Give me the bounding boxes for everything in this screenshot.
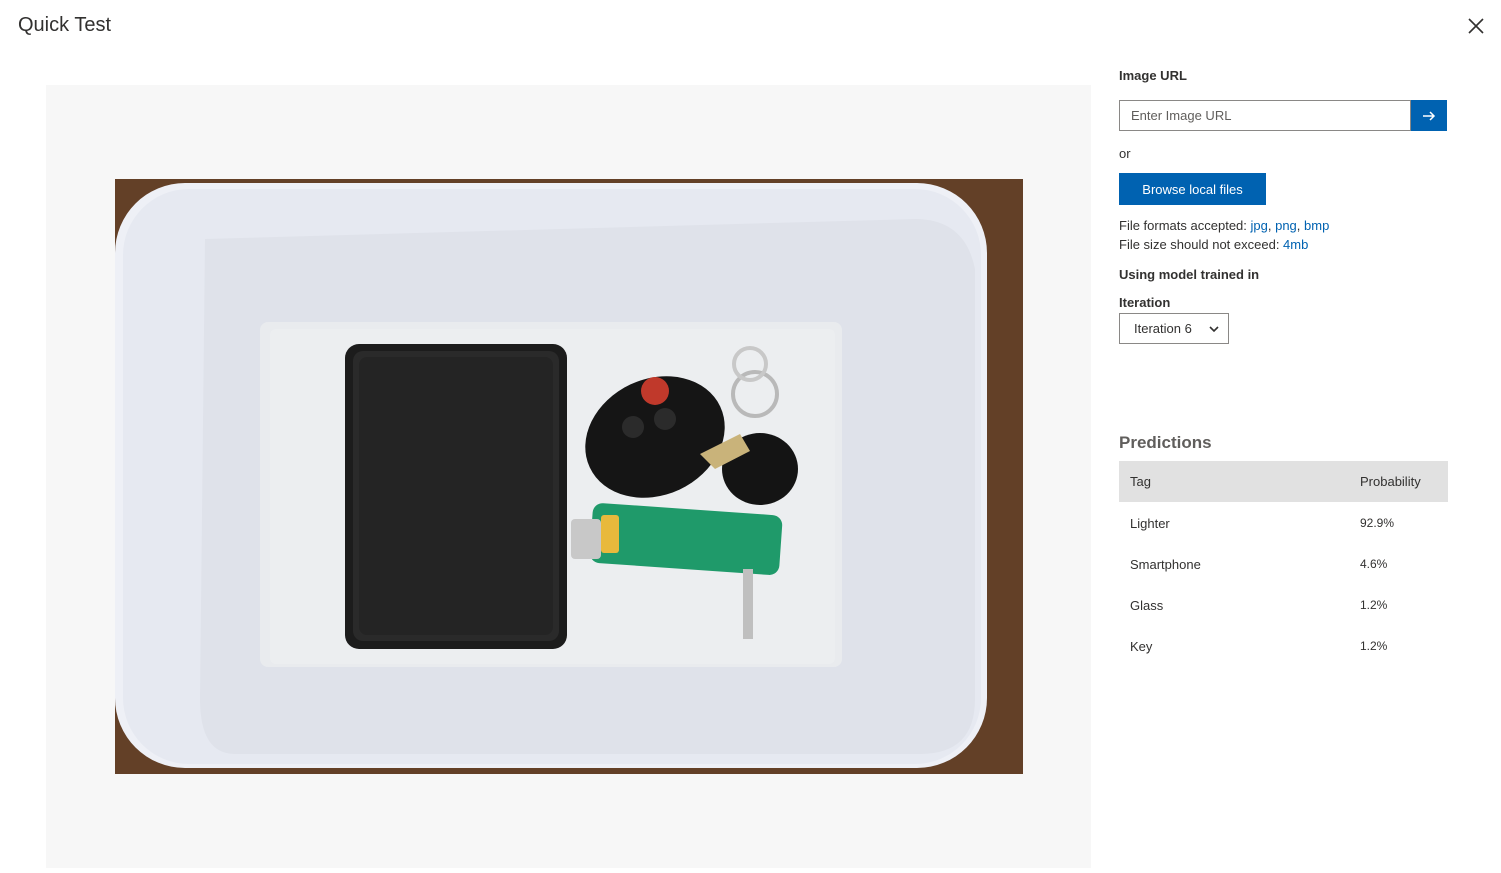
file-size-prefix: File size should not exceed: (1119, 237, 1284, 252)
probability-cell: 92.9% (1360, 516, 1395, 530)
predictions-title: Predictions (1119, 433, 1212, 452)
dialog-title: Quick Test (18, 14, 111, 36)
submit-url-button[interactable] (1411, 100, 1447, 131)
table-row: Glass 1.2% (1119, 584, 1448, 625)
format-bmp-link[interactable]: bmp (1304, 218, 1329, 233)
table-row: Key 1.2% (1119, 625, 1448, 666)
chevron-down-icon (1209, 326, 1219, 333)
image-preview-area (46, 85, 1091, 868)
tag-cell: Key (1130, 639, 1153, 654)
browse-local-files-button[interactable]: Browse local files (1119, 173, 1266, 205)
column-header-tag: Tag (1130, 474, 1151, 489)
table-row: Smartphone 4.6% (1119, 543, 1448, 584)
image-url-label: Image URL (1119, 68, 1187, 83)
file-size-info: File size should not exceed: 4mb (1119, 237, 1308, 252)
file-formats-prefix: File formats accepted: (1119, 218, 1251, 233)
tag-cell: Lighter (1130, 516, 1170, 531)
column-header-probability: Probability (1360, 474, 1421, 489)
format-png-link[interactable]: png (1275, 218, 1297, 233)
iteration-value: Iteration 6 (1134, 321, 1192, 336)
probability-cell: 4.6% (1360, 557, 1388, 571)
table-header: Tag Probability (1119, 461, 1448, 502)
test-image (115, 179, 1023, 774)
table-row: Lighter 92.9% (1119, 502, 1448, 543)
format-jpg-link[interactable]: jpg (1251, 218, 1268, 233)
probability-cell: 1.2% (1360, 598, 1388, 612)
tag-cell: Smartphone (1130, 557, 1201, 572)
iteration-label: Iteration (1119, 295, 1171, 310)
model-label: Using model trained in (1119, 267, 1260, 282)
file-formats-info: File formats accepted: jpg, png, bmp (1119, 218, 1330, 233)
predictions-table: Tag Probability Lighter 92.9% Smartphone… (1119, 461, 1448, 666)
image-url-input[interactable] (1119, 100, 1411, 131)
or-text: or (1119, 146, 1131, 161)
iteration-dropdown[interactable]: Iteration 6 (1119, 313, 1229, 344)
close-icon[interactable] (1464, 14, 1488, 38)
size-limit-link[interactable]: 4mb (1283, 237, 1308, 252)
tag-cell: Glass (1130, 598, 1164, 613)
arrow-right-icon (1423, 110, 1436, 121)
probability-cell: 1.2% (1360, 639, 1388, 653)
